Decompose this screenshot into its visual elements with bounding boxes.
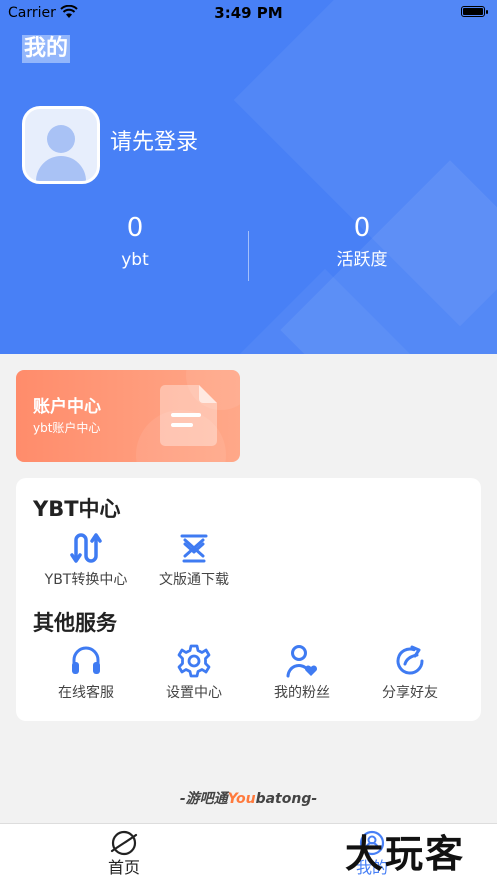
stat-label: 活跃度	[336, 250, 388, 270]
brand-footer: -游吧通Youbatong-	[0, 788, 497, 808]
service-label: 文版通下载	[159, 572, 229, 588]
avatar-body	[36, 156, 86, 181]
login-prompt[interactable]: 请先登录	[110, 128, 198, 158]
page-title: 我的	[22, 35, 71, 63]
status-bar: Carrier 3:49 PM	[0, 0, 497, 26]
watermark: 大玩客	[345, 832, 466, 876]
service-label: 分享好友	[382, 685, 438, 701]
stat-ybt[interactable]: 0 ybt	[35, 212, 235, 272]
account-card-title: 账户中心	[33, 397, 101, 417]
section-title-other: 其他服务	[33, 611, 117, 635]
planet-icon	[110, 830, 138, 856]
user-heart-icon	[286, 645, 318, 678]
avatar[interactable]	[22, 106, 100, 184]
service-my-fans[interactable]: 我的粉丝	[244, 643, 360, 703]
battery-icon	[461, 6, 485, 17]
profile-header: Carrier 3:49 PM 我的 请先登录 0 ybt 0 活跃度	[0, 0, 497, 354]
battery-tip	[486, 10, 488, 14]
download-icon	[180, 534, 208, 563]
stat-value: 0	[126, 213, 144, 243]
brand-prefix: -游吧通	[179, 791, 228, 807]
gear-icon	[177, 644, 211, 678]
clock: 3:49 PM	[214, 4, 283, 22]
service-label: 设置中心	[166, 685, 222, 701]
brand-suffix: batong-	[255, 791, 318, 807]
brand-accent: You	[227, 791, 256, 807]
service-share[interactable]: 分享好友	[352, 643, 468, 703]
service-ybt-exchange[interactable]: YBT转换中心	[28, 530, 144, 590]
stat-value: 0	[353, 213, 371, 243]
stat-divider	[248, 231, 249, 281]
account-center-card[interactable]: 账户中心 ybt账户中心	[16, 370, 240, 462]
service-customer-support[interactable]: 在线客服	[28, 643, 144, 703]
service-label: 我的粉丝	[274, 685, 330, 701]
share-icon	[396, 645, 424, 675]
exchange-icon	[70, 533, 102, 563]
service-download[interactable]: 文版通下载	[136, 530, 252, 590]
service-label: YBT转换中心	[44, 572, 128, 588]
service-label: 在线客服	[58, 685, 114, 701]
section-title-ybt: YBT中心	[33, 497, 121, 521]
services-panel: YBT中心 YBT转换中心 文版通下载 其他服务 在线客服 设置中心 我的粉丝 …	[16, 478, 481, 721]
tab-home[interactable]: 首页	[0, 824, 248, 884]
tab-label: 首页	[107, 858, 140, 877]
account-card-subtitle: ybt账户中心	[33, 421, 101, 435]
headset-icon	[72, 646, 100, 674]
avatar-head	[47, 125, 75, 153]
document-icon	[160, 385, 217, 446]
service-settings[interactable]: 设置中心	[136, 643, 252, 703]
stat-activity[interactable]: 0 活跃度	[262, 212, 462, 272]
stat-label: ybt	[121, 250, 149, 270]
